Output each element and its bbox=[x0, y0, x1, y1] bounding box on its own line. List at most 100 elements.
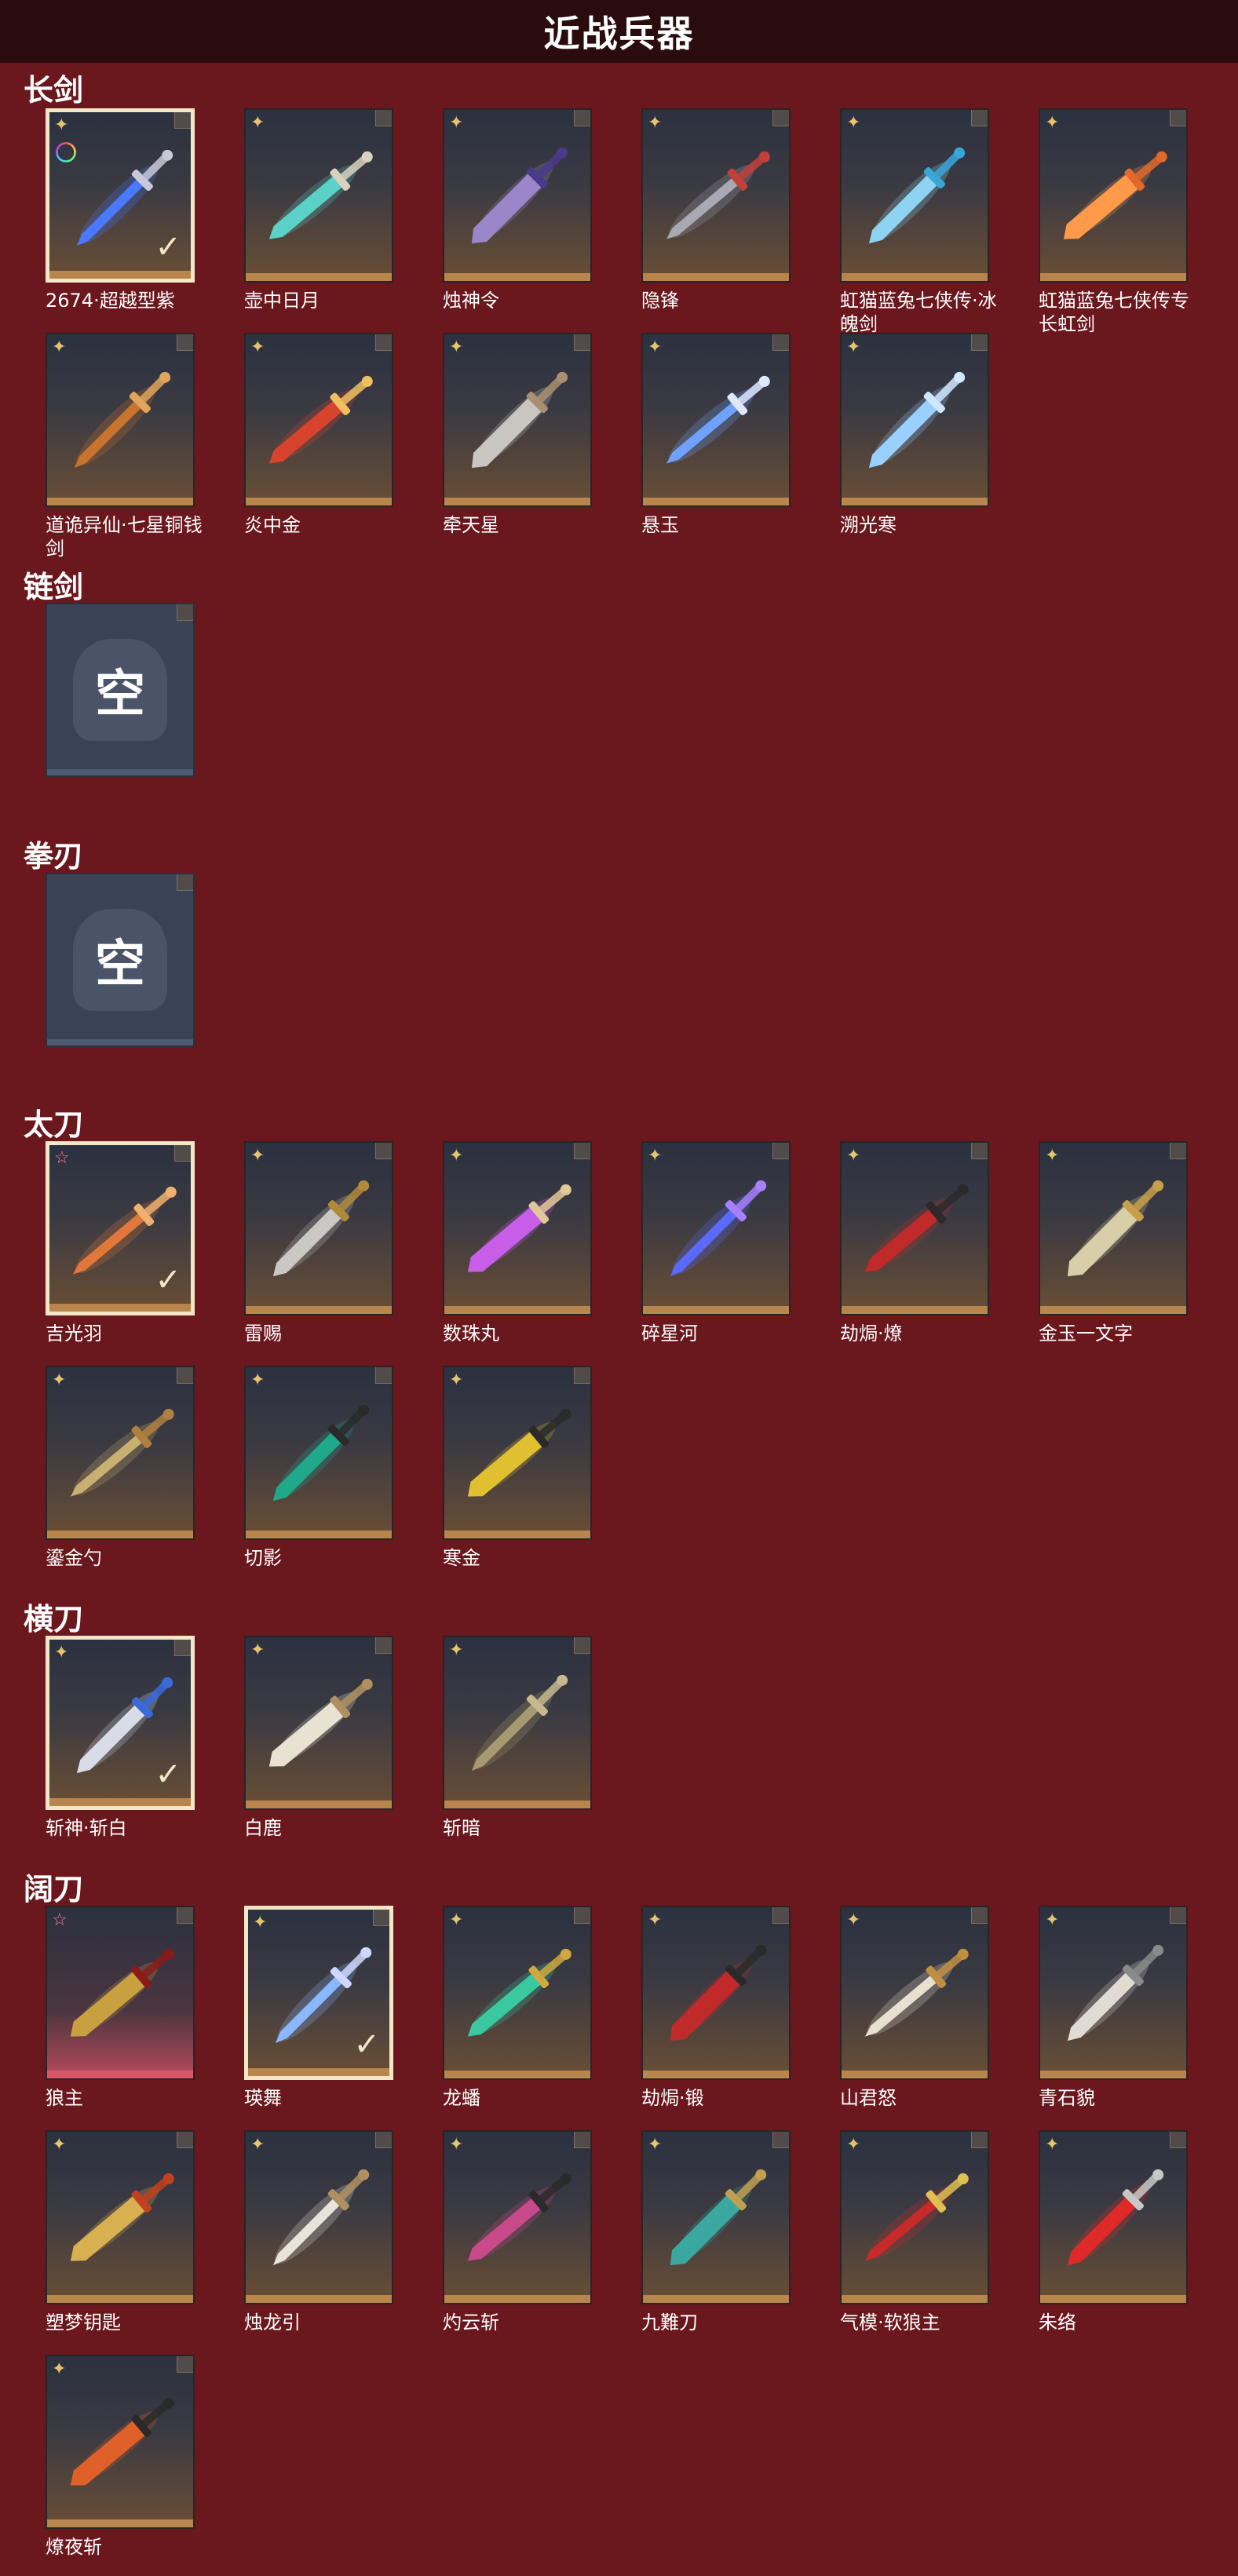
weapon-card[interactable]: ✦ 九難刀 bbox=[641, 2130, 794, 2334]
corner-tab-icon bbox=[772, 1907, 789, 1924]
weapon-thumbnail[interactable]: ✦ ✓ bbox=[46, 108, 195, 283]
weapon-name: 虹猫蓝兔七侠传·冰魄剑 bbox=[840, 290, 997, 335]
weapon-image bbox=[868, 147, 966, 244]
weapon-thumbnail[interactable]: 空 bbox=[46, 603, 195, 777]
weapon-card[interactable]: ✦ 炎中金 bbox=[244, 333, 396, 537]
weapon-thumbnail[interactable]: ✦ bbox=[46, 333, 195, 507]
weapon-card[interactable]: ✦ 寒金 bbox=[443, 1366, 595, 1570]
four-point-star-icon: ✦ bbox=[846, 1910, 861, 1930]
weapon-thumbnail[interactable]: ✦ bbox=[1039, 108, 1188, 283]
weapon-card[interactable]: ✦ 悬玉 bbox=[641, 333, 794, 537]
weapon-thumbnail[interactable]: ✦ bbox=[641, 333, 791, 507]
weapon-card[interactable]: ✦ 白鹿 bbox=[244, 1636, 396, 1840]
weapon-thumbnail[interactable]: ✦ bbox=[443, 1366, 592, 1540]
weapon-card[interactable]: ☆ ✓ 吉光羽 bbox=[46, 1141, 198, 1345]
weapon-thumbnail[interactable]: ✦ bbox=[244, 1366, 393, 1540]
weapon-image bbox=[868, 371, 966, 469]
weapon-card[interactable]: ✦ 龙蟠 bbox=[443, 1906, 595, 2110]
four-point-star-icon: ✦ bbox=[1045, 113, 1060, 133]
four-point-star-icon: ✦ bbox=[1045, 1910, 1060, 1930]
weapon-card[interactable]: ☆ 狼主 bbox=[46, 1906, 198, 2110]
weapon-thumbnail[interactable]: ✦ bbox=[840, 1141, 989, 1315]
weapon-card[interactable]: ✦ 切影 bbox=[244, 1366, 396, 1570]
weapon-card[interactable]: ✦ 斩暗 bbox=[443, 1636, 595, 1840]
four-point-star-icon: ✦ bbox=[52, 338, 67, 357]
weapon-thumbnail[interactable]: ✦ bbox=[840, 1906, 989, 2080]
weapon-card[interactable]: ✦ 溯光寒 bbox=[840, 333, 992, 537]
weapon-thumbnail[interactable]: ✦ bbox=[443, 108, 592, 283]
weapon-thumbnail[interactable]: ✦ bbox=[443, 1141, 592, 1315]
weapon-card[interactable]: ✦ 鎏金勺 bbox=[46, 1366, 198, 1570]
weapon-image bbox=[272, 2169, 370, 2266]
weapon-card[interactable]: ✦ 烛神令 bbox=[443, 108, 595, 312]
weapon-thumbnail[interactable]: ✦ bbox=[641, 1141, 791, 1315]
weapon-card[interactable]: ✦ 气模·软狼主 bbox=[840, 2130, 992, 2334]
weapon-thumbnail[interactable]: ✦ bbox=[840, 2130, 989, 2304]
weapon-thumbnail[interactable]: ✦ bbox=[46, 2130, 195, 2304]
weapon-card[interactable]: ✦ 灼云斩 bbox=[443, 2130, 595, 2334]
weapon-thumbnail[interactable]: ✦ bbox=[1039, 2130, 1188, 2304]
weapon-thumbnail[interactable]: ✦ bbox=[840, 333, 989, 507]
weapon-card[interactable]: ✦ 牵天星 bbox=[443, 333, 595, 537]
weapon-name: 牵天星 bbox=[443, 514, 499, 536]
weapon-card[interactable]: ✦ 山君怒 bbox=[840, 1906, 992, 2110]
star-outline-icon: ☆ bbox=[52, 1910, 68, 1930]
weapon-name: 金玉一文字 bbox=[1039, 1323, 1133, 1345]
weapon-card[interactable]: ✦ 隐锋 bbox=[641, 108, 794, 312]
empty-slot-card[interactable]: 空 bbox=[46, 873, 198, 1047]
weapon-card[interactable]: ✦ ✓ 2674·超越型紫 bbox=[46, 108, 198, 312]
weapon-card[interactable]: ✦ 燎夜斩 bbox=[46, 2355, 198, 2559]
weapon-card[interactable]: ✦ 塑梦钥匙 bbox=[46, 2130, 198, 2334]
weapon-thumbnail[interactable]: ✦ bbox=[244, 108, 393, 283]
weapon-thumbnail[interactable]: ✦ bbox=[244, 2130, 393, 2304]
weapon-thumbnail[interactable]: ✦ bbox=[443, 1636, 592, 1810]
weapon-name: 瑛舞 bbox=[244, 2087, 282, 2109]
weapon-thumbnail[interactable]: ✦ bbox=[641, 1906, 791, 2080]
weapon-image bbox=[268, 1678, 373, 1767]
four-point-star-icon: ✦ bbox=[54, 1643, 69, 1662]
weapon-thumbnail[interactable]: ☆ bbox=[46, 1906, 195, 2080]
weapon-card[interactable]: ✦ ✓ 瑛舞 bbox=[244, 1906, 396, 2110]
weapon-card[interactable]: ✦ 碎星河 bbox=[641, 1141, 794, 1345]
weapon-thumbnail[interactable]: ✦ bbox=[46, 2355, 195, 2529]
weapon-thumbnail[interactable]: ✦ bbox=[1039, 1141, 1188, 1315]
weapon-thumbnail[interactable]: ✦ ✓ bbox=[46, 1636, 195, 1810]
empty-slot-card[interactable]: 空 bbox=[46, 603, 198, 777]
weapon-thumbnail[interactable]: ✦ bbox=[443, 2130, 592, 2304]
corner-tab-icon bbox=[1170, 2132, 1186, 2148]
weapon-thumbnail[interactable]: ✦ bbox=[641, 2130, 791, 2304]
corner-tab-icon bbox=[772, 1143, 789, 1159]
weapon-thumbnail[interactable]: ✦ bbox=[641, 108, 791, 283]
weapon-card[interactable]: ✦ 劫焗·燎 bbox=[840, 1141, 992, 1345]
weapon-card[interactable]: ✦ 朱络 bbox=[1039, 2130, 1191, 2334]
weapon-card[interactable]: ✦ 劫焗·锻 bbox=[641, 1906, 794, 2110]
weapon-card[interactable]: ✦ 壶中日月 bbox=[244, 108, 396, 312]
four-point-star-icon: ✦ bbox=[250, 1146, 265, 1166]
weapon-card[interactable]: ✦ 道诡异仙·七星铜钱剑 bbox=[46, 333, 203, 560]
four-point-star-icon: ✦ bbox=[846, 1146, 861, 1166]
corner-tab-icon bbox=[574, 2132, 590, 2148]
weapon-thumbnail[interactable]: 空 bbox=[46, 873, 195, 1047]
weapon-thumbnail[interactable]: ✦ bbox=[244, 1141, 393, 1315]
weapon-thumbnail[interactable]: ✦ bbox=[443, 333, 592, 507]
weapon-thumbnail[interactable]: ✦ bbox=[443, 1906, 592, 2080]
weapon-thumbnail[interactable]: ✦ bbox=[840, 108, 989, 283]
weapon-thumbnail[interactable]: ✦ bbox=[244, 333, 393, 507]
weapon-card[interactable]: ✦ 雷赐 bbox=[244, 1141, 396, 1345]
weapon-card[interactable]: ✦ 虹猫蓝兔七侠传·冰魄剑 bbox=[840, 108, 997, 336]
weapon-card[interactable]: ✦ 数珠丸 bbox=[443, 1141, 595, 1345]
weapon-image bbox=[70, 1408, 174, 1497]
weapon-thumbnail[interactable]: ☆ ✓ bbox=[46, 1141, 195, 1315]
weapon-card[interactable]: ✦ ✓ 斩神·斩白 bbox=[46, 1636, 198, 1840]
weapon-card[interactable]: ✦ 虹猫蓝兔七侠传专长虹剑 bbox=[1039, 108, 1191, 336]
corner-tab-icon bbox=[971, 1143, 988, 1159]
weapon-card[interactable]: ✦ 金玉一文字 bbox=[1039, 1141, 1191, 1345]
weapon-card[interactable]: ✦ 烛龙引 bbox=[244, 2130, 396, 2334]
corner-tab-icon bbox=[1170, 1143, 1186, 1159]
weapon-thumbnail[interactable]: ✦ bbox=[46, 1366, 195, 1540]
weapon-thumbnail[interactable]: ✦ bbox=[1039, 1906, 1188, 2080]
weapon-thumbnail[interactable]: ✦ bbox=[244, 1636, 393, 1810]
weapon-name: 燎夜斩 bbox=[46, 2536, 102, 2558]
weapon-card[interactable]: ✦ 青石貌 bbox=[1039, 1906, 1191, 2110]
weapon-thumbnail[interactable]: ✦ ✓ bbox=[244, 1906, 393, 2080]
